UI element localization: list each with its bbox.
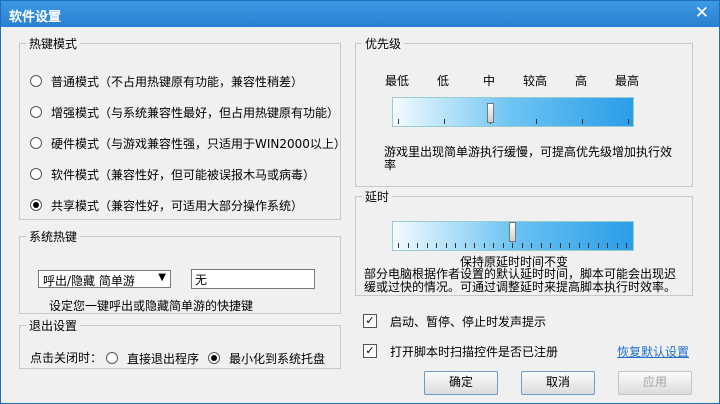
radio-exit-direct[interactable] bbox=[106, 352, 118, 364]
option-label: 最小化到系统托盘 bbox=[229, 351, 326, 366]
priority-tick-3 bbox=[536, 119, 537, 124]
priority-level-4: 高 bbox=[575, 74, 588, 88]
delay-tick-19 bbox=[578, 243, 580, 248]
ok-button[interactable]: 确定 bbox=[424, 371, 498, 395]
hotkey-mode-option-software[interactable]: 软件模式（兼容性好，但可能被误报木马或病毒） bbox=[30, 165, 315, 183]
hotkey-mode-option-enhanced[interactable]: 增强模式（与系统兼容性最好，但占用热键原有功能） bbox=[30, 103, 339, 121]
hotkey-mode-title: 热键模式 bbox=[29, 37, 78, 51]
delay-tick-22 bbox=[607, 243, 608, 248]
delay-tick-12 bbox=[512, 243, 513, 248]
hotkey-input[interactable]: 无 bbox=[191, 269, 315, 289]
priority-level-3: 较高 bbox=[523, 74, 548, 88]
close-icon[interactable]: ✕ bbox=[695, 3, 709, 23]
priority-title: 优先级 bbox=[365, 37, 402, 51]
delay-tick-13 bbox=[521, 243, 523, 248]
priority-tick-4 bbox=[582, 119, 583, 124]
hotkey-input-value: 无 bbox=[195, 273, 208, 287]
delay-tick-23 bbox=[616, 243, 618, 248]
delay-tick-17 bbox=[559, 243, 561, 248]
hotkey-mode-option-hardware[interactable]: 硬件模式（与游戏兼容性强，只适用于WIN2000以上） bbox=[30, 134, 346, 152]
window-title: 软件设置 bbox=[9, 10, 62, 25]
delay-tick-1 bbox=[407, 243, 409, 248]
delay-tick-21 bbox=[597, 243, 599, 248]
chevron-down-icon[interactable]: ▼ bbox=[158, 272, 166, 283]
sound-alert-label: 启动、暂停、停止时发声提示 bbox=[390, 315, 547, 329]
exit-settings-title: 退出设置 bbox=[29, 319, 78, 333]
option-label: 软件模式（兼容性好，但可能被误报木马或病毒） bbox=[51, 167, 316, 182]
delay-tick-24 bbox=[626, 243, 627, 248]
priority-tick-1 bbox=[444, 119, 445, 124]
delay-tick-14 bbox=[531, 243, 532, 248]
option-label: 直接退出程序 bbox=[127, 351, 200, 366]
delay-tick-10 bbox=[493, 243, 494, 248]
delay-tick-11 bbox=[502, 243, 504, 248]
delay-tick-8 bbox=[474, 243, 475, 248]
delay-tick-0 bbox=[398, 243, 399, 248]
delay-tick-6 bbox=[455, 243, 456, 248]
apply-button[interactable]: 应用 bbox=[618, 371, 692, 395]
radio-hardware-mode[interactable] bbox=[30, 137, 42, 149]
delay-tick-16 bbox=[550, 243, 551, 248]
delay-tick-4 bbox=[436, 243, 437, 248]
priority-level-5: 最高 bbox=[615, 74, 640, 88]
system-hotkey-group: 系统热键 呼出/隐藏 简单游 ▼ 无 设定您一键呼出或隐藏简单游的快捷键 bbox=[19, 228, 341, 314]
delay-slider[interactable] bbox=[392, 221, 634, 251]
hotkey-mode-group: 热键模式 普通模式（不占用热键原有功能，兼容性稍差） 增强模式（与系统兼容性最好… bbox=[19, 35, 346, 220]
delay-tick-5 bbox=[445, 243, 447, 248]
delay-tick-3 bbox=[426, 243, 428, 248]
priority-slider-thumb[interactable] bbox=[487, 103, 494, 123]
delay-group: 延时 保持原延时时间不变 部分电脑根据作者设置的默认延时时间，脚本可能会出现迟缓… bbox=[355, 188, 693, 296]
exit-settings-group: 退出设置 点击关闭时： 直接退出程序 最小化到系统托盘 bbox=[19, 317, 341, 369]
settings-window: 软件设置 ✕ 热键模式 普通模式（不占用热键原有功能，兼容性稍差） 增强模式（与… bbox=[0, 0, 720, 404]
priority-level-1: 低 bbox=[437, 74, 450, 88]
sound-alert-checkbox[interactable]: ✓ bbox=[363, 314, 377, 328]
delay-tick-9 bbox=[483, 243, 485, 248]
option-label: 共享模式（兼容性好，可适用大部分操作系统） bbox=[51, 198, 304, 213]
option-label: 普通模式（不占用热键原有功能，兼容性稍差） bbox=[51, 74, 304, 89]
delay-tick-20 bbox=[588, 243, 589, 248]
exit-option-direct[interactable]: 直接退出程序 bbox=[106, 349, 199, 367]
priority-tick-5 bbox=[628, 119, 629, 124]
priority-ticks bbox=[393, 119, 633, 124]
radio-software-mode[interactable] bbox=[30, 168, 42, 180]
priority-tick-0 bbox=[398, 119, 399, 124]
radio-enhanced-mode[interactable] bbox=[30, 106, 42, 118]
priority-level-0: 最低 bbox=[385, 74, 410, 88]
delay-tick-15 bbox=[540, 243, 542, 248]
system-hotkey-title: 系统热键 bbox=[29, 230, 78, 244]
delay-tick-2 bbox=[417, 243, 418, 248]
settings-content: 热键模式 普通模式（不占用热键原有功能，兼容性稍差） 增强模式（与系统兼容性最好… bbox=[1, 27, 719, 403]
radio-minimize-tray[interactable] bbox=[208, 352, 220, 364]
delay-description: 部分电脑根据作者设置的默认延时时间，脚本可能会出现迟缓或过快的情况。可通过调整延… bbox=[364, 267, 677, 294]
exit-option-minimize[interactable]: 最小化到系统托盘 bbox=[208, 349, 325, 367]
hotkey-hint: 设定您一键呼出或隐藏简单游的快捷键 bbox=[49, 299, 254, 313]
delay-ticks bbox=[393, 243, 633, 248]
hotkey-mode-option-shared[interactable]: 共享模式（兼容性好，可适用大部分操作系统） bbox=[30, 196, 303, 214]
delay-slider-thumb[interactable] bbox=[509, 222, 516, 242]
option-label: 硬件模式（与游戏兼容性强，只适用于WIN2000以上） bbox=[51, 136, 346, 151]
priority-group: 优先级 最低 低 中 较高 高 最高 游戏里出现简单游执行缓慢，可提高优先级增加执行效率 bbox=[355, 35, 693, 187]
priority-slider[interactable] bbox=[392, 97, 634, 127]
radio-shared-mode[interactable] bbox=[30, 199, 42, 211]
restore-default-link[interactable]: 恢复默认设置 bbox=[617, 343, 689, 360]
hotkey-mode-option-normal[interactable]: 普通模式（不占用热键原有功能，兼容性稍差） bbox=[30, 72, 303, 90]
scan-controls-checkbox[interactable]: ✓ bbox=[363, 344, 377, 358]
close-action-label: 点击关闭时： bbox=[30, 351, 103, 365]
cancel-button[interactable]: 取消 bbox=[521, 371, 595, 395]
scan-controls-label: 打开脚本时扫描控件是否已注册 bbox=[390, 345, 559, 359]
option-label: 增强模式（与系统兼容性最好，但占用热键原有功能） bbox=[51, 105, 340, 120]
title-bar[interactable]: 软件设置 ✕ bbox=[1, 1, 719, 27]
delay-title: 延时 bbox=[365, 190, 390, 204]
priority-description: 游戏里出现简单游执行缓慢，可提高优先级增加执行效率 bbox=[384, 145, 673, 172]
radio-normal-mode[interactable] bbox=[30, 75, 42, 87]
hotkey-action-value: 呼出/隐藏 简单游 bbox=[43, 274, 135, 288]
delay-tick-7 bbox=[464, 243, 466, 248]
delay-tick-18 bbox=[569, 243, 570, 248]
hotkey-action-select[interactable]: 呼出/隐藏 简单游 ▼ bbox=[38, 270, 171, 288]
priority-level-2: 中 bbox=[483, 74, 496, 88]
